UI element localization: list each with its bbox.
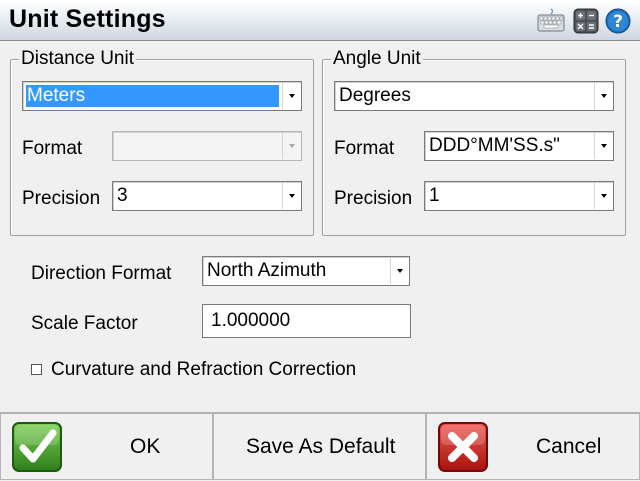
angle-format-label: Format xyxy=(334,138,395,159)
save-as-default-button[interactable]: Save As Default xyxy=(213,413,426,480)
chevron-down-icon xyxy=(282,133,300,159)
angle-unit-value: Degrees xyxy=(339,85,411,106)
angle-format-dropdown[interactable]: DDD°MM'SS.s" xyxy=(424,131,614,161)
distance-precision-label: Precision xyxy=(22,188,101,209)
curvature-checkbox[interactable] xyxy=(31,364,42,375)
cancel-label: Cancel xyxy=(536,435,602,458)
angle-unit-legend: Angle Unit xyxy=(331,48,423,70)
chevron-down-icon[interactable] xyxy=(282,83,300,109)
distance-precision-value: 3 xyxy=(117,185,128,206)
direction-format-dropdown[interactable]: North Azimuth xyxy=(202,256,410,286)
curvature-label[interactable]: Curvature and Refraction Correction xyxy=(51,359,356,381)
calculator-icon[interactable] xyxy=(572,7,600,35)
cancel-button[interactable]: Cancel xyxy=(426,413,640,480)
distance-unit-dropdown[interactable]: Meters xyxy=(22,81,302,111)
close-icon xyxy=(438,422,488,472)
chevron-down-icon[interactable] xyxy=(282,183,300,209)
chevron-down-icon[interactable] xyxy=(594,83,612,109)
scale-factor-label: Scale Factor xyxy=(31,313,138,334)
keyboard-icon[interactable] xyxy=(537,7,565,35)
scale-factor-input[interactable]: 1.000000 xyxy=(202,304,411,338)
distance-format-dropdown xyxy=(112,131,302,161)
page-title: Unit Settings xyxy=(9,5,166,33)
ok-button[interactable]: OK xyxy=(0,413,213,480)
scale-factor-value: 1.000000 xyxy=(211,310,291,331)
distance-precision-dropdown[interactable]: 3 xyxy=(112,181,302,211)
direction-format-label: Direction Format xyxy=(31,263,172,284)
distance-format-value xyxy=(116,135,279,157)
angle-precision-value: 1 xyxy=(429,185,440,206)
distance-format-label: Format xyxy=(22,138,83,159)
save-as-default-label: Save As Default xyxy=(246,435,396,458)
help-icon[interactable]: ? xyxy=(604,7,632,35)
distance-unit-value: Meters xyxy=(26,85,279,107)
chevron-down-icon[interactable] xyxy=(390,258,408,284)
direction-format-value: North Azimuth xyxy=(207,260,327,281)
ok-label: OK xyxy=(130,435,161,458)
angle-unit-dropdown[interactable]: Degrees xyxy=(334,81,614,111)
title-bar: Unit Settings ? xyxy=(0,0,640,41)
chevron-down-icon[interactable] xyxy=(594,133,612,159)
checkmark-icon xyxy=(12,422,62,472)
angle-precision-label: Precision xyxy=(334,188,413,209)
svg-text:?: ? xyxy=(613,12,623,32)
distance-unit-legend: Distance Unit xyxy=(19,48,136,70)
angle-format-value: DDD°MM'SS.s" xyxy=(429,135,560,156)
angle-precision-dropdown[interactable]: 1 xyxy=(424,181,614,211)
chevron-down-icon[interactable] xyxy=(594,183,612,209)
